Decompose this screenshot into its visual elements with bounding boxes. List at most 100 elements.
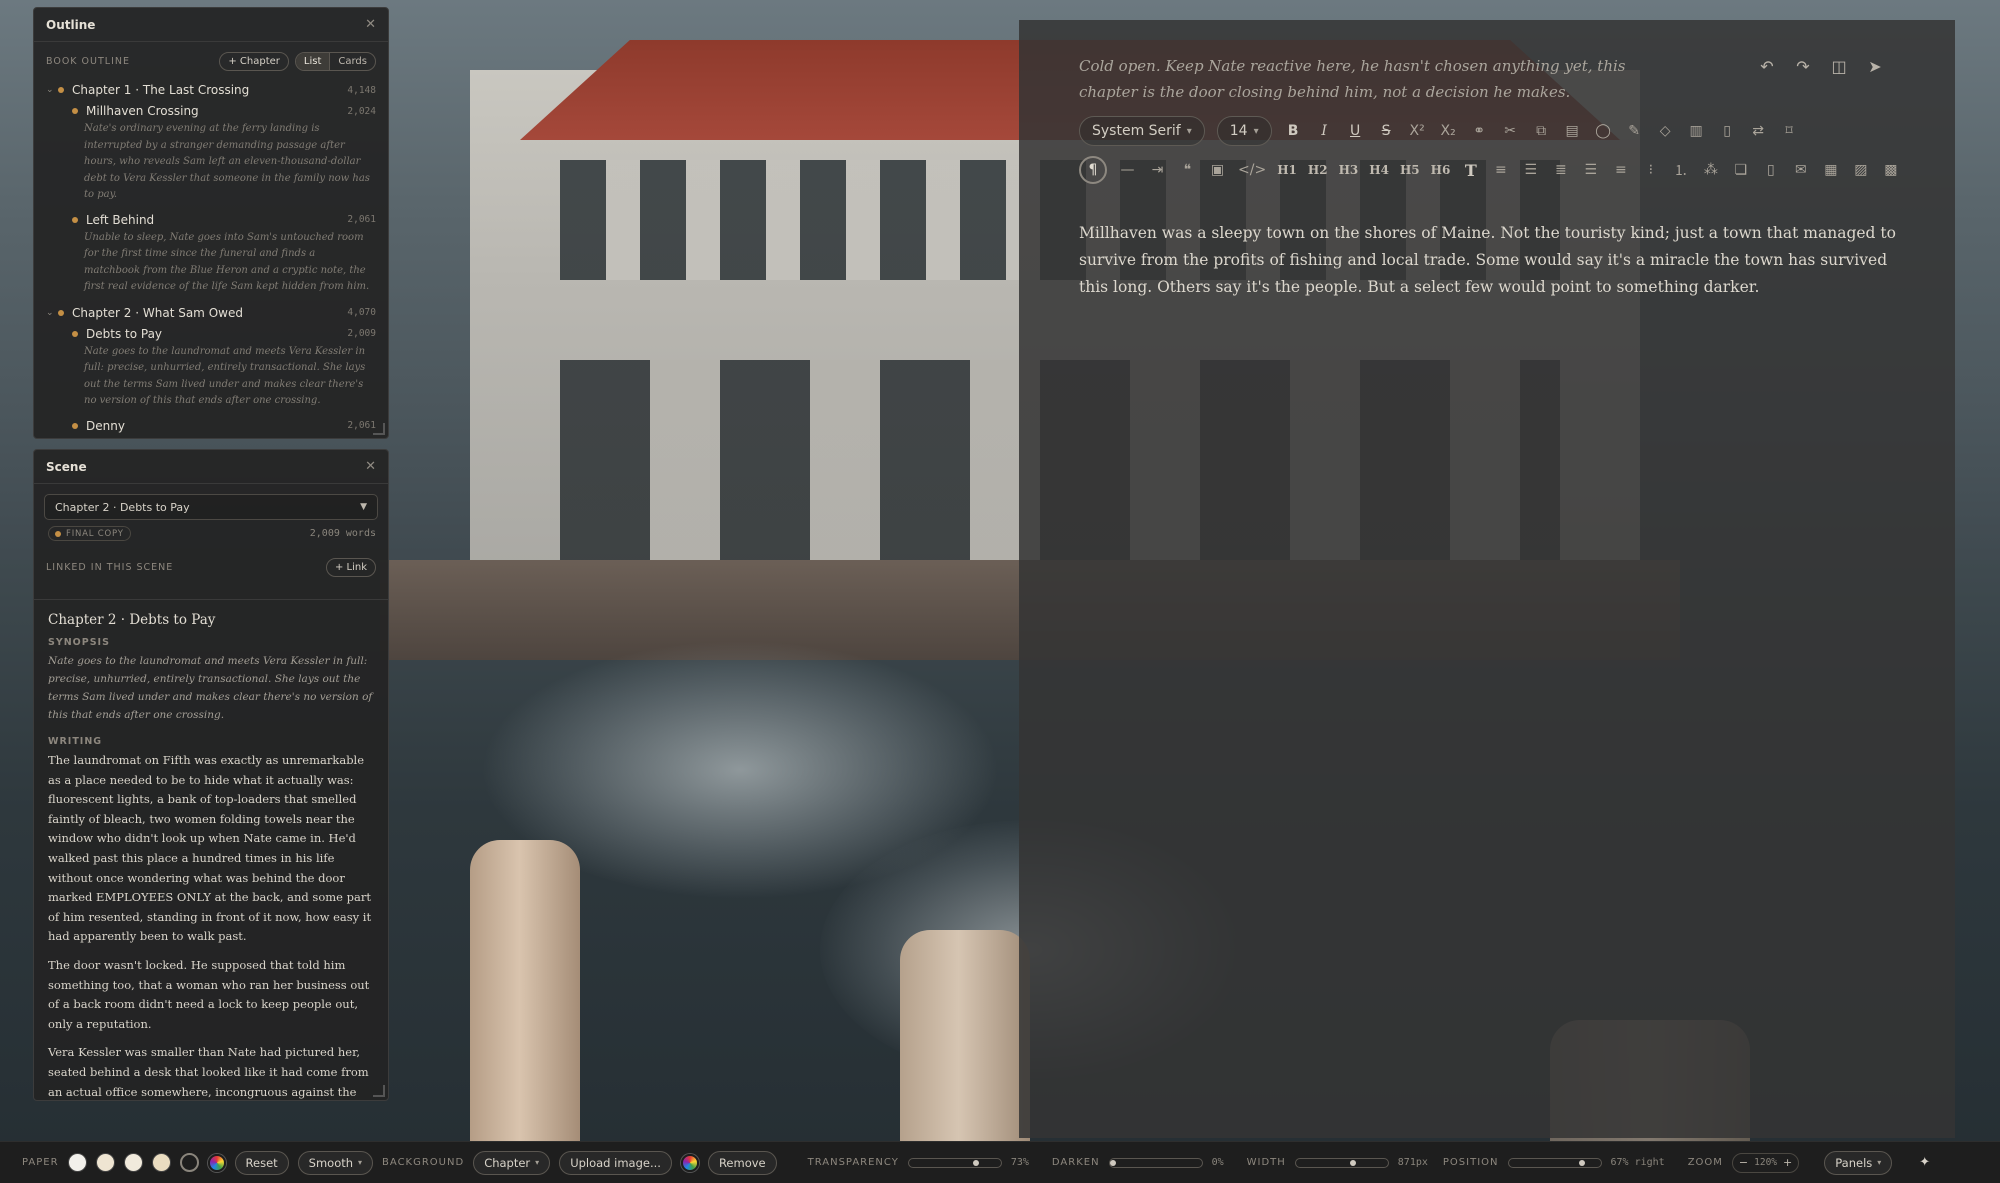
view-list-button[interactable]: List <box>295 53 331 70</box>
subscript-icon[interactable]: X₂ <box>1439 118 1458 144</box>
send-icon[interactable]: ➤ <box>1865 56 1885 76</box>
book-icon[interactable]: ▥ <box>1687 118 1706 144</box>
comment-icon[interactable]: ◯ <box>1594 118 1613 144</box>
horizontal-rule-icon[interactable]: — <box>1118 157 1137 183</box>
chat-icon[interactable]: ❏ <box>1731 157 1750 183</box>
italic-icon[interactable]: I <box>1315 118 1334 144</box>
embed-icon[interactable]: ▣ <box>1208 157 1227 183</box>
scene-item[interactable]: Debts to Pay 2,009 Nate goes to the laun… <box>34 324 388 416</box>
writing-paragraph[interactable]: The laundromat on Fifth was exactly as u… <box>48 751 376 947</box>
bullet-list-icon[interactable]: ⁝ <box>1641 157 1660 183</box>
scene-item[interactable]: Left Behind 2,061 Unable to sleep, Nate … <box>34 210 388 302</box>
panels-select[interactable]: Panels ▾ <box>1824 1150 1893 1175</box>
code-icon[interactable]: </> <box>1238 157 1266 183</box>
align-center-narrow-icon[interactable]: ≡ <box>1491 157 1510 183</box>
scene-status-row: FINAL COPY 2,009 words <box>48 526 376 541</box>
pin-icon[interactable]: ✦ <box>1919 1155 1930 1170</box>
view-cards-button[interactable]: Cards <box>330 53 375 70</box>
chevron-down-icon: ▼ <box>360 502 367 512</box>
smooth-select[interactable]: Smooth ▾ <box>297 1150 374 1175</box>
zoom-in-button[interactable]: + <box>1783 1156 1792 1169</box>
word-count: 2,061 <box>347 420 376 431</box>
tag-icon[interactable]: ◇ <box>1656 118 1675 144</box>
text-style-icon[interactable]: T <box>1461 157 1480 183</box>
custom-color-icon[interactable] <box>207 1153 226 1172</box>
heading-4-button[interactable]: H4 <box>1369 157 1389 183</box>
quote-icon[interactable]: ❝ <box>1178 157 1197 183</box>
add-link-button[interactable]: + Link <box>325 558 376 577</box>
paper-swatch[interactable] <box>123 1153 143 1172</box>
chevron-down-icon[interactable]: ⌄ <box>46 85 58 95</box>
page-icon[interactable]: ▯ <box>1718 118 1737 144</box>
underline-icon[interactable]: U <box>1346 118 1365 144</box>
status-badge[interactable]: FINAL COPY <box>48 526 131 541</box>
superscript-icon[interactable]: X² <box>1408 118 1427 144</box>
link-icon[interactable]: ⚭ <box>1470 118 1489 144</box>
manuscript-text[interactable]: Millhaven was a sleepy town on the shore… <box>1079 220 1909 301</box>
tint-color-icon[interactable] <box>680 1153 699 1172</box>
scene-select[interactable]: Chapter 2 · Debts to Pay ▼ <box>44 494 378 520</box>
resize-handle[interactable] <box>373 423 385 435</box>
close-icon[interactable]: ✕ <box>365 459 376 474</box>
heading-6-button[interactable]: H6 <box>1431 157 1451 183</box>
scene-synopsis-text[interactable]: Nate goes to the laundromat and meets Ve… <box>48 652 376 724</box>
chevron-down-icon: ▾ <box>1253 125 1259 137</box>
add-chapter-button[interactable]: + Chapter <box>219 52 289 71</box>
paragraph-mark-icon[interactable]: ¶ <box>1079 156 1107 184</box>
align-right-icon[interactable]: ☰ <box>1581 157 1600 183</box>
chevron-down-icon[interactable]: ⌄ <box>46 308 58 318</box>
transparency-slider[interactable] <box>907 1157 1002 1168</box>
font-size-select[interactable]: 14 ▾ <box>1216 116 1272 146</box>
document-icon[interactable]: ▯ <box>1761 157 1780 183</box>
copy-icon[interactable]: ⧉ <box>1532 118 1551 144</box>
heading-2-button[interactable]: H2 <box>1308 157 1328 183</box>
close-icon[interactable]: ✕ <box>365 17 376 32</box>
paste-icon[interactable]: ▤ <box>1563 118 1582 144</box>
darken-slider[interactable] <box>1108 1157 1203 1168</box>
panel-title: Scene <box>46 459 87 474</box>
heading-3-button[interactable]: H3 <box>1339 157 1359 183</box>
align-justify-icon[interactable]: ≡ <box>1611 157 1630 183</box>
paper-swatch[interactable] <box>151 1153 171 1172</box>
paper-swatch[interactable] <box>67 1153 87 1172</box>
indent-icon[interactable]: ⇥ <box>1148 157 1167 183</box>
writing-paragraph[interactable]: The door wasn't locked. He supposed that… <box>48 956 376 1034</box>
cut-icon[interactable]: ✂ <box>1501 118 1520 144</box>
position-slider[interactable] <box>1507 1157 1602 1168</box>
image-icon[interactable]: ▨ <box>1851 157 1870 183</box>
paper-swatch-none[interactable] <box>179 1153 199 1172</box>
undo-icon[interactable]: ↶ <box>1757 56 1777 76</box>
background-mode-select[interactable]: Chapter ▾ <box>473 1150 551 1175</box>
reset-button[interactable]: Reset <box>234 1150 289 1175</box>
width-slider[interactable] <box>1294 1157 1389 1168</box>
calendar-icon[interactable]: ▦ <box>1821 157 1840 183</box>
writing-paragraph[interactable]: Vera Kessler was smaller than Nate had p… <box>48 1043 376 1100</box>
upload-image-button[interactable]: Upload image... <box>559 1150 672 1175</box>
bold-icon[interactable]: B <box>1284 118 1303 144</box>
strikethrough-icon[interactable]: S <box>1377 118 1396 144</box>
characters-icon[interactable]: ⁂ <box>1701 157 1720 183</box>
mail-icon[interactable]: ✉ <box>1791 157 1810 183</box>
bookmark-icon[interactable]: ⌑ <box>1780 118 1799 144</box>
chapter-note[interactable]: Cold open. Keep Nate reactive here, he h… <box>1079 53 1639 105</box>
align-left-icon[interactable]: ☰ <box>1521 157 1540 183</box>
resize-handle[interactable] <box>373 1085 385 1097</box>
numbered-list-icon[interactable]: ⒈ <box>1671 157 1690 183</box>
font-family-select[interactable]: System Serif ▾ <box>1079 116 1205 146</box>
paper-swatch[interactable] <box>95 1153 115 1172</box>
contact-card-icon[interactable]: ▩ <box>1881 157 1900 183</box>
chapter-item[interactable]: ⌄ Chapter 1 · The Last Crossing 4,148 <box>34 79 388 101</box>
highlight-icon[interactable]: ✎ <box>1625 118 1644 144</box>
chapter-item[interactable]: ⌄ Chapter 2 · What Sam Owed 4,070 <box>34 302 388 324</box>
swap-icon[interactable]: ⇄ <box>1749 118 1768 144</box>
camera-icon[interactable]: ◫ <box>1829 56 1849 76</box>
remove-button[interactable]: Remove <box>707 1150 777 1175</box>
paper-label: PAPER <box>22 1157 59 1168</box>
scene-item[interactable]: Denny 2,061 <box>34 416 388 439</box>
align-center-icon[interactable]: ≣ <box>1551 157 1570 183</box>
heading-1-button[interactable]: H1 <box>1277 157 1297 183</box>
redo-icon[interactable]: ↷ <box>1793 56 1813 76</box>
heading-5-button[interactable]: H5 <box>1400 157 1420 183</box>
scene-item[interactable]: Millhaven Crossing 2,024 Nate's ordinary… <box>34 101 388 210</box>
zoom-out-button[interactable]: − <box>1739 1156 1748 1169</box>
